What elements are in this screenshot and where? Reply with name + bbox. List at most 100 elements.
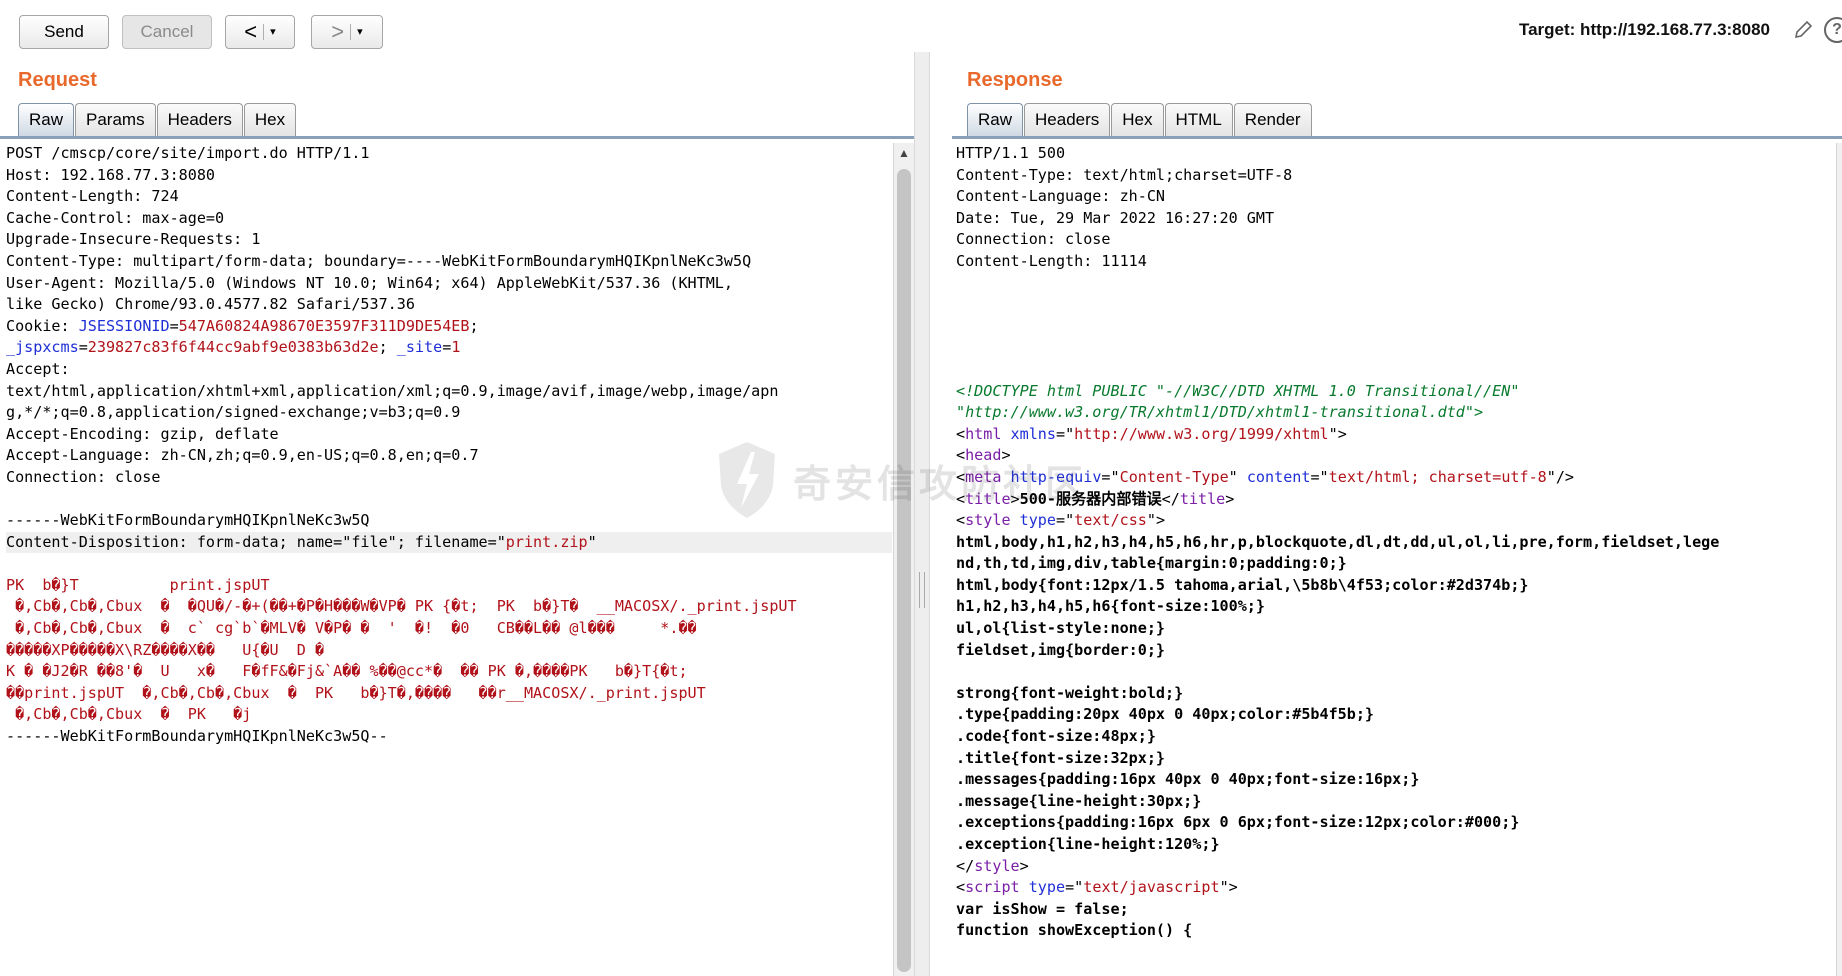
response-editor[interactable]: HTTP/1.1 500 Content-Type: text/html;char… xyxy=(956,143,1836,976)
request-token: Upgrade-Insecure-Requests: 1 xyxy=(6,230,261,249)
response-token: xmlns xyxy=(1010,424,1056,443)
forward-dropdown-icon[interactable]: ▾ xyxy=(350,24,363,40)
request-line: Accept-Encoding: gzip, deflate xyxy=(6,424,892,446)
response-token: text/javascript xyxy=(1083,878,1220,897)
request-line: Cookie: JSESSIONID=547A60824A98670E3597F… xyxy=(6,316,892,338)
request-token: Accept: xyxy=(6,359,70,378)
response-token: content xyxy=(1246,467,1311,486)
response-token: text/html; charset=utf-8 xyxy=(1328,467,1547,486)
response-token: =" xyxy=(1065,878,1084,897)
response-tab-hex[interactable]: Hex xyxy=(1111,103,1164,136)
request-line: PK b�}T print.jspUT xyxy=(6,575,892,597)
request-token: = xyxy=(442,338,452,357)
response-line: <html xmlns="http://www.w3.org/1999/xhtm… xyxy=(956,424,1836,446)
response-token: http-equiv xyxy=(1010,467,1102,486)
response-token: </ xyxy=(956,856,975,875)
target-label[interactable]: Target: http://192.168.77.3:8080 xyxy=(1519,20,1770,40)
response-token: .messages{padding:16px 40px 0 40px;font-… xyxy=(956,770,1420,789)
request-title: Request xyxy=(18,69,97,91)
pane-divider[interactable] xyxy=(914,52,930,976)
request-token: Host: 192.168.77.3:8080 xyxy=(6,165,216,184)
response-line xyxy=(956,294,1836,316)
response-line xyxy=(956,273,1836,295)
response-line: .exceptions{padding:16px 6px 0 6px;font-… xyxy=(956,812,1836,834)
response-tab-underline xyxy=(952,136,1842,139)
request-tabs: Raw Params Headers Hex xyxy=(18,103,297,136)
request-token: 547A60824A98670E3597F311D9DE54EB xyxy=(178,316,470,335)
request-line: _jspxcms=239827c83f6f44cc9abf9e0383b63d2… xyxy=(6,337,892,359)
response-line: Content-Language: zh-CN xyxy=(956,186,1836,208)
response-token: style xyxy=(974,856,1020,875)
scroll-up-icon[interactable]: ▲ xyxy=(894,143,914,163)
response-token: .message{line-height:30px;} xyxy=(956,791,1202,810)
response-token: style xyxy=(965,511,1011,530)
response-tab-raw[interactable]: Raw xyxy=(967,103,1024,136)
request-token: Accept-Language: zh-CN,zh;q=0.9,en-US;q=… xyxy=(6,446,479,465)
response-token: .exception{line-height:120%;} xyxy=(956,835,1220,853)
response-token: > xyxy=(1001,446,1011,465)
request-line: Content-Disposition: form-data; name="fi… xyxy=(6,531,892,554)
request-line: K � �J2�R ��8'� U x� F�fF&�Fj&`A�� %��@c… xyxy=(6,661,892,683)
response-line: .code{font-size:48px;} xyxy=(956,726,1836,748)
request-token: ; xyxy=(469,316,479,335)
send-button[interactable]: Send xyxy=(19,15,109,49)
request-token: �,Cb�,Cb�,Cbux � �QU�/-�+(��+�P�H���W�VP… xyxy=(6,597,797,616)
response-line: function showException() { xyxy=(956,920,1836,942)
divider-grip-icon[interactable] xyxy=(919,572,925,608)
forward-button[interactable]: > ▾ xyxy=(311,15,383,49)
request-line: Accept-Language: zh-CN,zh;q=0.9,en-US;q=… xyxy=(6,445,892,467)
request-scroll-thumb[interactable] xyxy=(897,169,911,972)
response-line xyxy=(956,337,1836,359)
response-line: </style> xyxy=(956,856,1836,878)
response-token: .title{font-size:32px;} xyxy=(956,748,1166,767)
request-tab-raw[interactable]: Raw xyxy=(18,103,75,136)
response-token: < xyxy=(956,489,966,508)
help-icon[interactable]: ? xyxy=(1824,17,1842,43)
response-token: < xyxy=(956,424,966,443)
response-line: Content-Length: 11114 xyxy=(956,251,1836,273)
response-line: .title{font-size:32px;} xyxy=(956,748,1836,770)
request-token: g,*/*;q=0.8,application/signed-exchange;… xyxy=(6,403,461,422)
request-tab-underline xyxy=(0,136,914,139)
request-token: like Gecko) Chrome/93.0.4577.82 Safari/5… xyxy=(6,295,415,314)
response-scrollbar[interactable] xyxy=(1836,143,1842,976)
response-line: Date: Tue, 29 Mar 2022 16:27:20 GMT xyxy=(956,208,1836,230)
response-token: HTTP/1.1 500 xyxy=(956,144,1066,162)
response-token: " xyxy=(1228,467,1247,486)
back-button[interactable]: < ▾ xyxy=(225,15,295,49)
request-line: Accept: xyxy=(6,359,892,381)
back-arrow-icon: < xyxy=(244,19,258,44)
response-token: html,body{font:12px/1.5 tahoma,arial,\5b… xyxy=(956,575,1529,594)
request-line xyxy=(6,553,892,575)
response-line: fieldset,img{border:0;} xyxy=(956,640,1836,662)
request-line: Content-Type: multipart/form-data; bound… xyxy=(6,251,892,273)
response-token: </ xyxy=(1161,489,1180,508)
request-line xyxy=(6,489,892,511)
request-token: ------WebKitFormBoundarymHQIKpnlNeKc3w5Q… xyxy=(6,727,388,746)
request-editor[interactable]: POST /cmscp/core/site/import.do HTTP/1.1… xyxy=(6,143,892,976)
response-line xyxy=(956,359,1836,381)
response-line: html,body{font:12px/1.5 tahoma,arial,\5b… xyxy=(956,575,1836,597)
pencil-icon[interactable] xyxy=(1790,17,1816,43)
request-line: ------WebKitFormBoundarymHQIKpnlNeKc3w5Q… xyxy=(6,726,892,748)
response-tab-html[interactable]: HTML xyxy=(1164,103,1233,136)
back-dropdown-icon[interactable]: ▾ xyxy=(263,24,276,40)
request-line: Upgrade-Insecure-Requests: 1 xyxy=(6,229,892,251)
response-token: =" xyxy=(1101,467,1120,486)
response-line: h1,h2,h3,h4,h5,h6{font-size:100%;} xyxy=(956,596,1836,618)
request-line: text/html,application/xhtml+xml,applicat… xyxy=(6,381,892,403)
response-token: title xyxy=(965,489,1011,508)
request-scrollbar[interactable]: ▲ xyxy=(893,143,914,976)
request-tab-params[interactable]: Params xyxy=(75,103,156,136)
response-tab-headers[interactable]: Headers xyxy=(1024,103,1111,136)
response-tabs: Raw Headers Hex HTML Render xyxy=(967,103,1313,136)
request-line: Cache-Control: max-age=0 xyxy=(6,208,892,230)
response-token: meta xyxy=(965,467,1002,486)
response-tab-render[interactable]: Render xyxy=(1233,103,1312,136)
response-token: > xyxy=(1010,489,1020,508)
request-line: �,Cb�,Cb�,Cbux � c` cg`b`�MLV� V�P� � ' … xyxy=(6,618,892,640)
request-token: print.zip xyxy=(505,532,588,551)
request-token: Accept-Encoding: gzip, deflate xyxy=(6,424,279,443)
request-tab-headers[interactable]: Headers xyxy=(156,103,243,136)
request-tab-hex[interactable]: Hex xyxy=(243,103,297,136)
